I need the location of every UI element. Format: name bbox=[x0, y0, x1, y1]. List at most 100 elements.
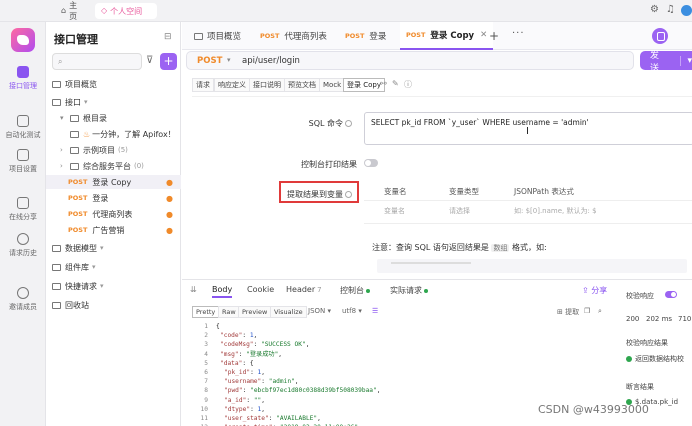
subtab-preview[interactable]: 预览文档 bbox=[284, 78, 320, 92]
rail-item-automation[interactable]: 自动化测试 bbox=[0, 115, 46, 140]
check-icon bbox=[626, 356, 632, 362]
edit-icon[interactable]: ✎ bbox=[392, 79, 399, 88]
tab-console[interactable]: 控制台 bbox=[340, 285, 370, 296]
rail-item-history[interactable]: 请求历史 bbox=[0, 233, 46, 258]
header-count: 7 bbox=[317, 286, 322, 294]
wrap-icon[interactable]: ☰ bbox=[372, 307, 378, 315]
copy-icon[interactable]: ❐ bbox=[584, 307, 590, 315]
tree-item-doc[interactable]: ♨ 一分钟，了解 Apifox！ bbox=[46, 127, 181, 141]
tree-item-trash[interactable]: 回收站 bbox=[46, 298, 181, 312]
tab-cookie[interactable]: Cookie bbox=[247, 285, 274, 294]
subtab-copy[interactable]: 登录 Copy bbox=[343, 78, 385, 92]
api-tree-panel: 接口管理 ⊟ ⌕ ⊽ + 项目概览 接口 ▾ ▾ 根目录 ♨ 一分钟，了解 Ap… bbox=[46, 22, 181, 426]
line-number: 9 bbox=[204, 396, 208, 404]
print-result-toggle[interactable] bbox=[364, 159, 378, 167]
chevron-down-icon: ▾ bbox=[60, 114, 64, 122]
filter-icon[interactable]: ⊽ bbox=[146, 55, 153, 66]
tree-item-example[interactable]: › 示例项目 (5) bbox=[46, 143, 181, 157]
jsonpath-input[interactable]: 如: $[0].name, 默认为: $ bbox=[514, 206, 597, 220]
chevron-down-icon: ▾ bbox=[92, 263, 96, 271]
tab-body[interactable]: Body bbox=[212, 285, 233, 298]
tree-item-login-copy[interactable]: POST 登录 Copy ● bbox=[46, 175, 181, 189]
tab-login-copy[interactable]: POST 登录 Copy ✕ bbox=[400, 22, 494, 50]
var-type-select[interactable]: 请选择 bbox=[449, 206, 470, 220]
tab-overview[interactable]: 项目概览 bbox=[188, 22, 247, 50]
tree-item-agents[interactable]: POST 代理商列表 ● bbox=[46, 207, 181, 221]
rail-item-share[interactable]: 在线分享 bbox=[0, 197, 46, 222]
tab-agents[interactable]: POST 代理商列表 bbox=[254, 22, 333, 50]
personal-space-tab[interactable]: ◇ 个人空间 bbox=[95, 3, 157, 19]
tree-search-input[interactable]: ⌕ bbox=[52, 53, 142, 70]
subtab-description[interactable]: 接口说明 bbox=[249, 78, 285, 92]
link-icon[interactable]: ⚯ bbox=[380, 79, 387, 88]
validate-toggle[interactable] bbox=[665, 291, 677, 298]
tree-item-ads[interactable]: POST 广告营销 ● bbox=[46, 223, 181, 237]
extract-button[interactable]: ⊞ 提取 bbox=[557, 307, 579, 317]
home-icon: ⌂ bbox=[61, 6, 67, 15]
format-select[interactable]: JSON ▾ bbox=[308, 307, 331, 315]
tree-item-login[interactable]: POST 登录 ● bbox=[46, 191, 181, 205]
line-number: 11 bbox=[200, 414, 208, 422]
json-value: 1 bbox=[257, 368, 262, 376]
var-name-input[interactable]: 变量名 bbox=[384, 206, 405, 220]
tab-login[interactable]: POST 登录 bbox=[339, 22, 392, 50]
search-icon[interactable]: ⌕ bbox=[598, 307, 602, 316]
tab-header[interactable]: Header 7 bbox=[286, 285, 322, 294]
json-value: 1 bbox=[249, 332, 254, 340]
add-button[interactable]: + bbox=[160, 53, 177, 70]
rail-item-settings[interactable]: 项目设置 bbox=[0, 149, 46, 174]
item-count: (0) bbox=[134, 162, 144, 170]
tree-item-overview[interactable]: 项目概览 bbox=[46, 77, 181, 91]
method-select[interactable]: POST bbox=[197, 56, 222, 66]
code-text: "msg": "登录成功", bbox=[220, 350, 283, 358]
collapse-panel-icon[interactable]: ⇊ bbox=[190, 285, 197, 294]
url-input[interactable]: api/user/login bbox=[242, 56, 300, 66]
encoding-select[interactable]: utf8 ▾ bbox=[342, 307, 362, 315]
environment-icon[interactable] bbox=[652, 28, 668, 44]
tree-item-quick[interactable]: 快捷请求 ▾ bbox=[46, 279, 181, 293]
format-raw[interactable]: Raw bbox=[218, 306, 240, 318]
bookmark-icon: ◇ bbox=[101, 6, 108, 15]
format-pretty[interactable]: Pretty bbox=[192, 306, 220, 318]
json-value: 1 bbox=[257, 405, 262, 413]
close-icon[interactable]: ✕ bbox=[480, 30, 487, 40]
tab-actual-request[interactable]: 实际请求 bbox=[390, 285, 428, 296]
format-visualize[interactable]: Visualize bbox=[270, 306, 307, 318]
subtab-response-def[interactable]: 响应定义 bbox=[214, 78, 250, 92]
col-header: JSONPath 表达式 bbox=[514, 187, 574, 196]
collapse-icon[interactable]: ⊟ bbox=[164, 32, 172, 42]
tree-item-models[interactable]: 数据模型 ▾ bbox=[46, 241, 181, 255]
tree-item-platform[interactable]: › 综合服务平台 (0) bbox=[46, 159, 181, 173]
gear-icon[interactable]: ⚙ bbox=[650, 5, 659, 15]
json-key: "data" bbox=[220, 359, 243, 367]
more-icon[interactable]: ··· bbox=[512, 28, 525, 39]
divider[interactable] bbox=[182, 279, 692, 280]
tree-item-root[interactable]: ▾ 根目录 bbox=[46, 111, 181, 125]
subtab-mock[interactable]: Mock bbox=[319, 78, 346, 92]
info-icon[interactable]: ⓘ bbox=[404, 79, 412, 90]
trash-icon bbox=[52, 301, 61, 309]
chevron-down-icon: ▾ bbox=[227, 56, 231, 64]
rail-item-api-management[interactable]: 接口管理 bbox=[0, 66, 46, 91]
editor-tabs: 项目概览 POST 代理商列表 POST 登录 POST 登录 Copy ✕ +… bbox=[182, 22, 692, 50]
new-tab-button[interactable]: + bbox=[489, 29, 499, 43]
rail-item-invite[interactable]: 邀请成员 bbox=[0, 287, 46, 312]
line-number: 8 bbox=[204, 387, 208, 395]
tree-item-label: 根目录 bbox=[83, 113, 107, 123]
bell-icon[interactable]: ♫ bbox=[666, 5, 675, 15]
avatar[interactable] bbox=[681, 5, 692, 16]
tab-label: 控制台 bbox=[340, 286, 364, 295]
chevron-right-icon: › bbox=[60, 162, 63, 170]
send-button[interactable]: 发 送 ▾ bbox=[640, 51, 692, 74]
text-cursor-icon: I bbox=[526, 126, 529, 137]
chevron-down-icon[interactable]: ▾ bbox=[680, 55, 692, 66]
status-dot bbox=[366, 288, 370, 293]
format-preview[interactable]: Preview bbox=[238, 306, 272, 318]
json-key: "pwd" bbox=[224, 387, 243, 395]
code-line: 1{ bbox=[186, 322, 606, 331]
tree-item-apis[interactable]: 接口 ▾ bbox=[46, 95, 181, 109]
tree-item-components[interactable]: 组件库 ▾ bbox=[46, 260, 181, 274]
share-button[interactable]: ⇪ 分享 bbox=[582, 285, 607, 296]
subtab-request[interactable]: 请求 bbox=[192, 78, 214, 92]
home-tab[interactable]: ⌂ 主页 bbox=[55, 1, 91, 21]
